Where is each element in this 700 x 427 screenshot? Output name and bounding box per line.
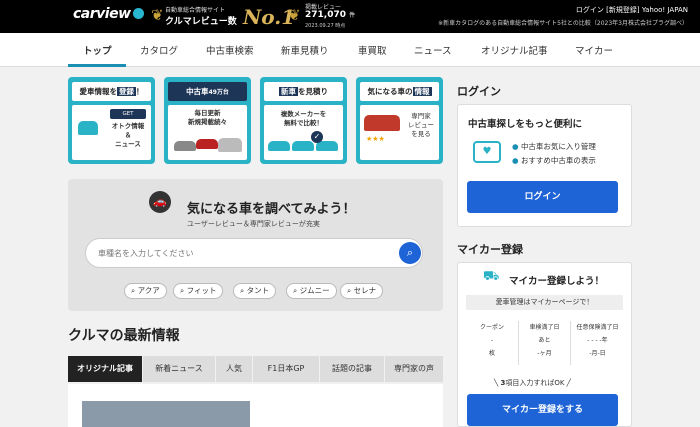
car-search-panel: 🚗 気になる車を調べてみよう！ ユーザーレビュー＆専門家レビューが充実 ⌕ ⌕ … — [68, 179, 443, 311]
search-subtitle: ユーザーレビュー＆専門家レビューが充実 — [187, 220, 320, 228]
add-car-icon: ⛟ — [483, 269, 500, 284]
nav-top[interactable]: トップ — [83, 43, 112, 57]
mycar-heading: マイカー登録 — [457, 243, 523, 256]
card-text: 毎日更新 新規掲載続々 — [188, 109, 227, 126]
card-head: 新車 を見積り — [264, 82, 343, 101]
article-card[interactable] — [68, 384, 443, 427]
card-used-car[interactable]: 中古車49万台 毎日更新 新規掲載続々 — [164, 77, 251, 164]
nav-catalog[interactable]: カタログ — [140, 43, 178, 57]
card-car-info[interactable]: 気になる車の 情報 ★★★ 専門家 レビュー を見る — [356, 77, 443, 164]
nav-news[interactable]: ニュース — [414, 43, 452, 57]
card-head: 中古車49万台 — [168, 82, 247, 101]
tag-jimny[interactable]: ⌕ ジムニー — [286, 283, 337, 299]
card-text: 複数メーカーを 無料で比較！ — [280, 110, 327, 127]
card-body: GET オトク情報 ＆ ニュース — [72, 105, 151, 160]
search-title: 気になる車を調べてみよう！ — [187, 202, 356, 217]
search-button-icon[interactable]: ⌕ — [399, 242, 421, 264]
nav-active-indicator — [68, 64, 126, 67]
login-title: 中古車探しをもっと便利に — [468, 119, 583, 130]
article-thumbnail — [82, 401, 250, 427]
latest-news-title: クルマの最新情報 — [68, 328, 180, 344]
tag-aqua[interactable]: ⌕ アクア — [124, 283, 167, 299]
login-bullets: ● 中古車お気に入り管理 ● おすすめ中古車の表示 — [512, 142, 596, 165]
silver-car-icon — [174, 141, 196, 151]
get-badge: GET — [110, 109, 146, 119]
card-register[interactable]: 愛車情報を 登録！ GET オトク情報 ＆ ニュース — [68, 77, 155, 164]
login-button[interactable]: ログイン — [467, 181, 618, 213]
mycar-note: ╲ 3項目入力すればOK ╱ — [494, 379, 571, 387]
login-panel: 中古車探しをもっと便利に ♥ ● 中古車お気に入り管理 ● おすすめ中古車の表示… — [457, 104, 632, 227]
car-search-icon: 🚗 — [149, 191, 171, 213]
award-caption: 自動車総合情報サイト — [165, 7, 226, 14]
car-heart-icon: ♥ — [473, 141, 501, 163]
card-new-car[interactable]: 新車 を見積り 複数メーカーを 無料で比較！ ✓ — [260, 77, 347, 164]
card-head: 愛車情報を 登録！ — [72, 82, 151, 101]
tab-f1[interactable]: F1日本GP — [253, 356, 319, 382]
card-body: 複数メーカーを 無料で比較！ ✓ — [264, 105, 343, 160]
white-car-icon — [218, 138, 242, 152]
tab-topical[interactable]: 話題の記事 — [320, 356, 384, 382]
tag-serena[interactable]: ⌕ セレナ — [340, 283, 384, 299]
top-bar: carview ❦ 自動車総合情報サイト クルマレビュー数 No.1 ❦ 掲載レ… — [0, 0, 700, 33]
main-nav: トップ カタログ 中古車検索 新車見積り 車買取 ニュース オリジナル記事 マイ… — [0, 33, 700, 67]
laurel-right-icon: ❦ — [288, 6, 301, 24]
mycar-register-button[interactable]: マイカー登録をする — [467, 394, 618, 426]
login-heading: ログイン — [457, 85, 501, 98]
news-tabs: オリジナル記事 新着ニュース 人気 F1日本GP 話題の記事 専門家の声 — [68, 356, 443, 382]
car-icon — [292, 141, 314, 151]
logo-dot-icon — [132, 8, 144, 19]
tab-new-news[interactable]: 新着ニュース — [143, 356, 215, 382]
nav-new-car-quote[interactable]: 新車見積り — [281, 43, 329, 57]
red-car-icon — [364, 115, 400, 131]
tab-expert[interactable]: 専門家の声 — [385, 356, 443, 382]
card-body: 毎日更新 新規掲載続々 — [168, 105, 247, 160]
card-head: 気になる車の 情報 — [360, 82, 439, 101]
review-count-date: 2023.09.27 時点 — [305, 23, 346, 29]
laurel-left-icon: ❦ — [151, 6, 164, 24]
tag-tanto[interactable]: ⌕ タント — [233, 283, 277, 299]
car-icon — [268, 141, 290, 151]
stat-inspection: 車検満了日 あと -ヶ月 — [518, 321, 570, 365]
award-title: クルマレビュー数 — [165, 17, 237, 27]
car-name-input[interactable] — [85, 238, 423, 268]
check-icon: ✓ — [311, 131, 323, 143]
nav-original[interactable]: オリジナル記事 — [481, 43, 548, 57]
card-text: オトク情報 ＆ ニュース — [111, 122, 145, 148]
nav-used-car[interactable]: 中古車検索 — [206, 43, 254, 57]
mycar-title: マイカー登録しよう！ — [509, 276, 605, 287]
card-body: ★★★ 専門家 レビュー を見る — [360, 105, 439, 160]
star-rating-icon: ★★★ — [366, 135, 385, 143]
red-car-icon — [196, 139, 218, 149]
mycar-band: 愛車管理はマイカーページで！ — [466, 295, 623, 310]
nav-mycar[interactable]: マイカー — [575, 43, 613, 57]
review-count: 271,070 件 — [305, 10, 356, 20]
stat-coupon: クーポン - 枚 — [479, 324, 504, 357]
header-links[interactable]: ログイン [新規登録] Yahoo! JAPAN — [576, 5, 688, 15]
mycar-panel: ⛟ マイカー登録しよう！ 愛車管理はマイカーページで！ クーポン - 枚 車検満了日… — [457, 262, 632, 427]
card-text: 専門家 レビュー を見る — [408, 112, 434, 138]
car-icon — [78, 121, 98, 135]
stat-insurance: 任意保険満了日 - - - -年 -月-日 — [570, 321, 624, 365]
carview-logo[interactable]: carview — [73, 6, 144, 22]
tag-fit[interactable]: ⌕ フィット — [173, 283, 224, 299]
header-note: ※新車カタログのある自動車総合情報サイト5社との比較（2023年3月株式会社プラ… — [438, 20, 688, 27]
tab-popular[interactable]: 人気 — [216, 356, 252, 382]
nav-buyback[interactable]: 車買取 — [358, 43, 387, 57]
tab-original[interactable]: オリジナル記事 — [68, 356, 142, 382]
mycar-stats: クーポン - 枚 車検満了日 あと -ヶ月 任意保険満了日 - - - -年 -月-日 — [466, 321, 623, 365]
